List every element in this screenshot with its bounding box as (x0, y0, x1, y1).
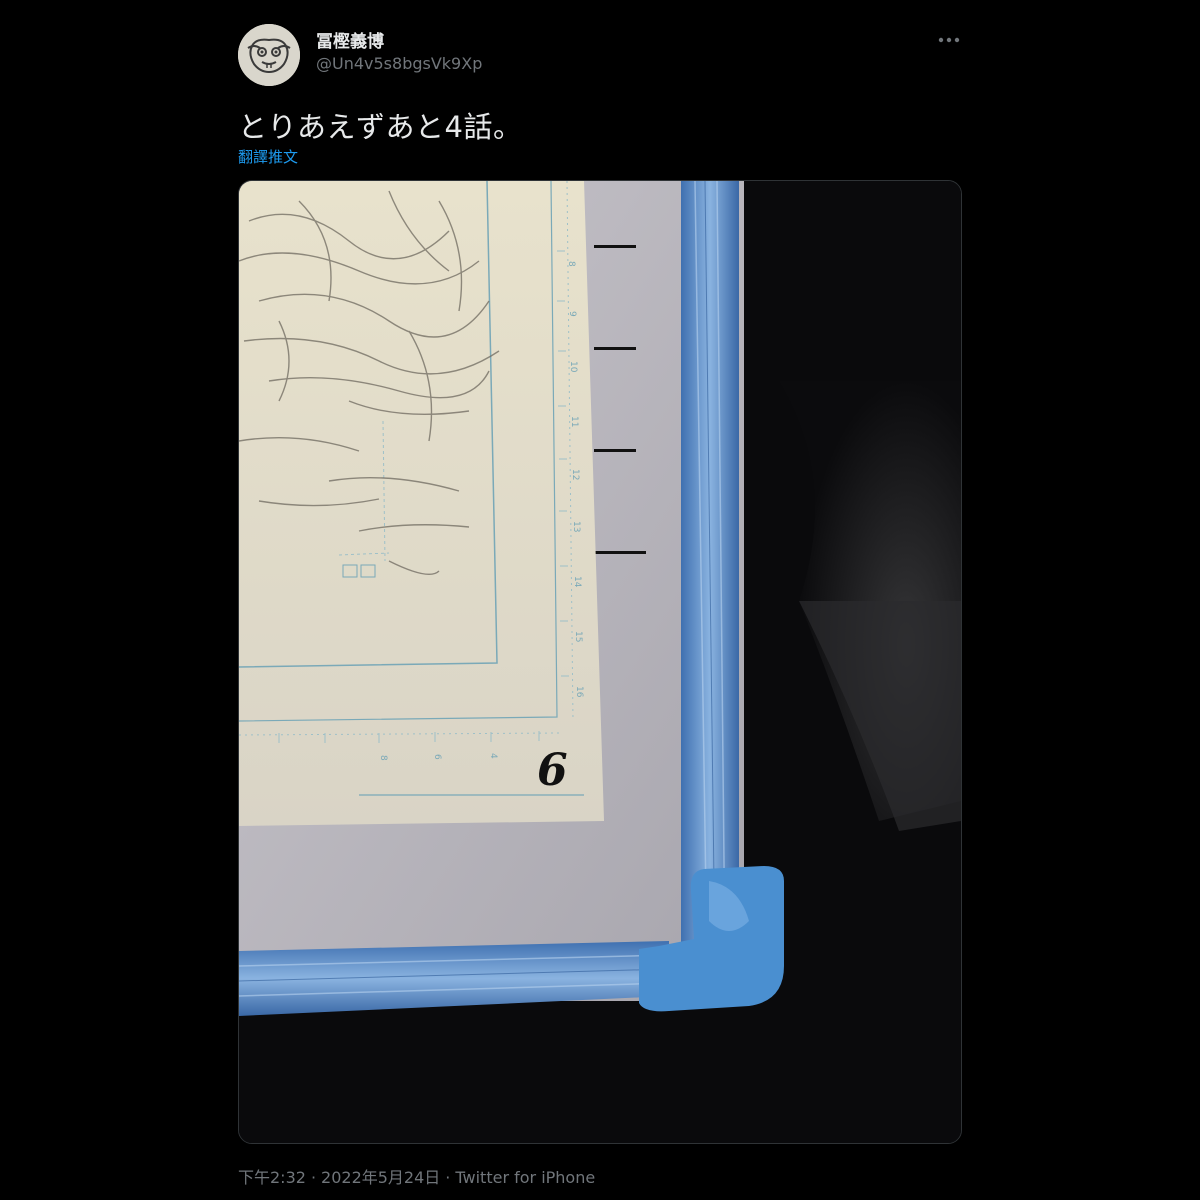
tweet-meta: 下午2:32 · 2022年5月24日 · Twitter for iPhone (238, 1164, 595, 1188)
author-handle[interactable]: @Un4v5s8bgsVk9Xp (316, 54, 482, 73)
tweet-photo[interactable]: 8 9 10 11 12 13 14 15 16 8 6 4 6 (238, 180, 962, 1144)
ruler-tick-label: 14 (572, 576, 582, 588)
ruler-tick-label: 9 (567, 311, 577, 317)
cartoon-face-avatar-icon (238, 24, 300, 86)
tweet-container: 冨樫義博 @Un4v5s8bgsVk9Xp とりあえずあと4話。 翻譯推文 8 … (0, 0, 1200, 1200)
more-horizontal-icon (938, 37, 960, 43)
handwritten-page-number: 6 (537, 745, 568, 796)
author-avatar[interactable] (238, 24, 300, 86)
author-display-name[interactable]: 冨樫義博 (316, 27, 384, 52)
tweet-text: とりあえずあと4話。 (238, 110, 523, 144)
meta-separator: · (310, 1168, 317, 1187)
tweet-date[interactable]: 2022年5月24日 (321, 1164, 440, 1188)
ruler-tick-label: 4 (488, 753, 498, 759)
more-options-button[interactable] (930, 24, 968, 56)
ruler-tick-label: 15 (573, 631, 583, 642)
ruler-tick-label: 16 (574, 686, 584, 698)
tweet-source[interactable]: Twitter for iPhone (455, 1168, 595, 1187)
ruler-tick-label: 10 (568, 361, 578, 373)
meta-separator: · (445, 1168, 451, 1187)
ruler-tick-label: 12 (570, 469, 580, 480)
ruler-tick-label: 8 (566, 261, 576, 267)
manga-manuscript-page (239, 181, 604, 826)
photo-illustration: 8 9 10 11 12 13 14 15 16 8 6 4 6 (239, 181, 961, 1143)
tweet-time[interactable]: 下午2:32 (238, 1164, 306, 1188)
ruler-tick-label: 8 (378, 755, 388, 761)
ruler-tick-label: 13 (571, 521, 581, 532)
ruler-tick-label: 11 (569, 416, 579, 427)
translate-tweet-link[interactable]: 翻譯推文 (238, 146, 298, 167)
ruler-tick-label: 6 (432, 754, 442, 760)
